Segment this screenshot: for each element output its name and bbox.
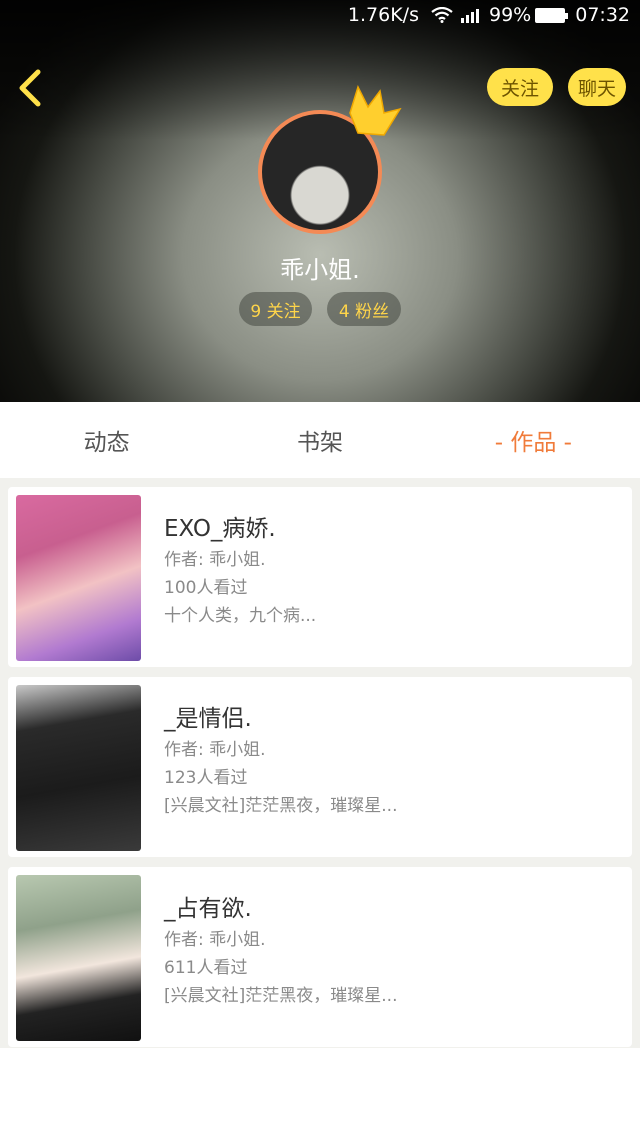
work-author: 作者: 乖小姐. (164, 550, 266, 570)
work-cover (16, 875, 141, 1041)
tab-activity[interactable]: 动态 (0, 402, 213, 478)
wifi-icon (431, 7, 453, 23)
work-title: _占有欲. (164, 896, 252, 922)
tab-bookshelf[interactable]: 书架 (213, 402, 426, 478)
clock: 07:32 (575, 4, 630, 26)
work-card[interactable]: _占有欲. 作者: 乖小姐. 611人看过 [兴晨文社]茫茫黑夜，璀璨星... (8, 867, 632, 1047)
work-title: EXO_病娇. (164, 516, 276, 542)
fans-count[interactable]: 4 粉丝 (327, 292, 401, 326)
work-author: 作者: 乖小姐. (164, 740, 266, 760)
tab-works[interactable]: - 作品 - (427, 402, 640, 478)
work-intro: 十个人类，九个病... (164, 606, 317, 626)
crown-icon (349, 84, 402, 136)
username: 乖小姐. (280, 256, 360, 284)
work-views: 611人看过 (164, 958, 248, 978)
work-intro: [兴晨文社]茫茫黑夜，璀璨星... (164, 986, 398, 1006)
chat-button[interactable]: 聊天 (568, 68, 626, 106)
work-title: _是情侣. (164, 706, 252, 732)
status-bar: 1.76K/s 99% 07:32 (0, 0, 640, 30)
back-icon[interactable] (14, 66, 48, 110)
work-author: 作者: 乖小姐. (164, 930, 266, 950)
work-cover (16, 685, 141, 851)
follow-button[interactable]: 关注 (487, 68, 553, 106)
work-views: 123人看过 (164, 768, 248, 788)
signal-icon (461, 7, 481, 23)
work-card[interactable]: EXO_病娇. 作者: 乖小姐. 100人看过 十个人类，九个病... (8, 487, 632, 667)
network-speed: 1.76K/s (347, 4, 419, 26)
following-count[interactable]: 9 关注 (239, 292, 312, 326)
work-card[interactable]: _是情侣. 作者: 乖小姐. 123人看过 [兴晨文社]茫茫黑夜，璀璨星... (8, 677, 632, 857)
work-intro: [兴晨文社]茫茫黑夜，璀璨星... (164, 796, 398, 816)
battery-icon (535, 7, 569, 23)
battery-percent: 99% (489, 4, 532, 26)
work-views: 100人看过 (164, 578, 248, 598)
profile-tabs: 动态 书架 - 作品 - (0, 402, 640, 478)
work-cover (16, 495, 141, 661)
